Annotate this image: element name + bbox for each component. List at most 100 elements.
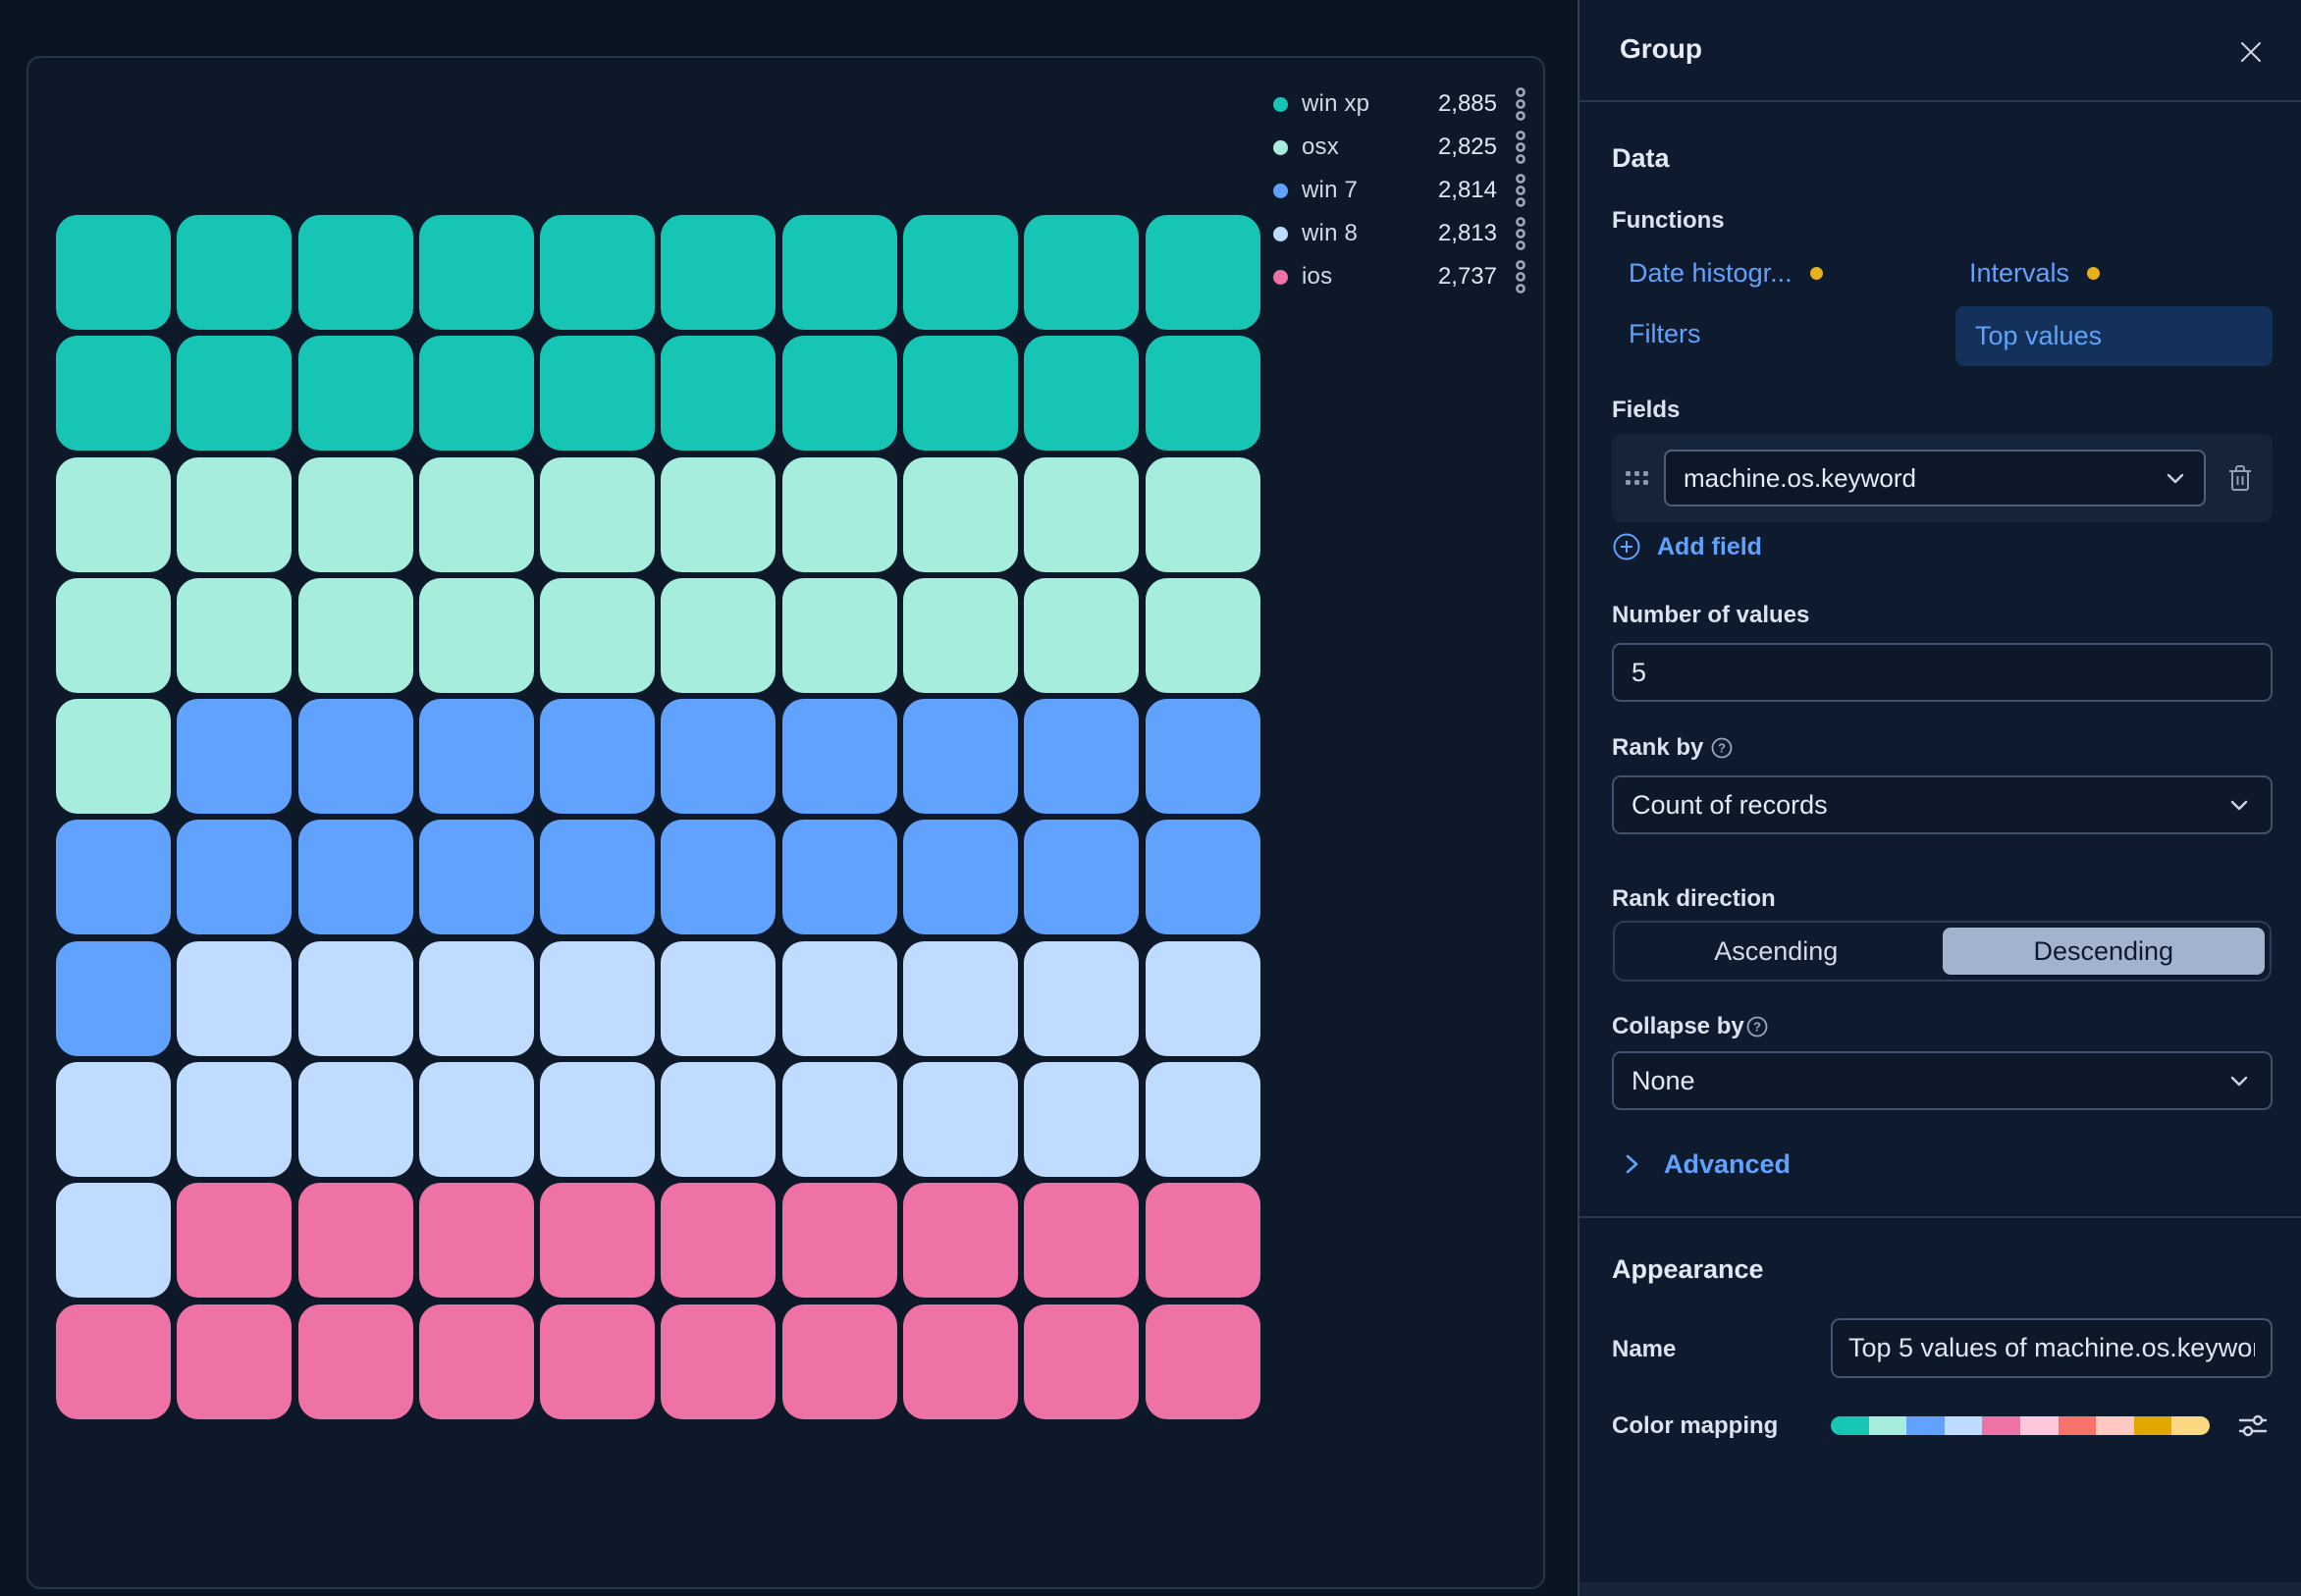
function-intervals[interactable]: Intervals	[1969, 258, 2100, 289]
waffle-tile[interactable]	[56, 820, 171, 934]
waffle-tile[interactable]	[1024, 578, 1139, 693]
waffle-tile[interactable]	[540, 941, 655, 1056]
legend-more-icon[interactable]	[1513, 84, 1528, 124]
waffle-tile[interactable]	[419, 941, 534, 1056]
waffle-tile[interactable]	[419, 215, 534, 330]
waffle-tile[interactable]	[298, 1062, 413, 1177]
waffle-tile[interactable]	[903, 578, 1018, 693]
waffle-tile[interactable]	[1024, 820, 1139, 934]
waffle-tile[interactable]	[419, 1304, 534, 1419]
waffle-tile[interactable]	[298, 457, 413, 572]
waffle-tile[interactable]	[1146, 820, 1260, 934]
legend-more-icon[interactable]	[1513, 128, 1528, 167]
waffle-tile[interactable]	[903, 699, 1018, 814]
waffle-tile[interactable]	[177, 699, 292, 814]
waffle-tile[interactable]	[56, 1183, 171, 1298]
waffle-tile[interactable]	[661, 699, 776, 814]
waffle-tile[interactable]	[177, 820, 292, 934]
waffle-tile[interactable]	[540, 336, 655, 451]
waffle-tile[interactable]	[419, 578, 534, 693]
function-filters[interactable]: Filters	[1629, 319, 1701, 349]
waffle-tile[interactable]	[56, 578, 171, 693]
waffle-tile[interactable]	[419, 1062, 534, 1177]
waffle-tile[interactable]	[782, 336, 897, 451]
waffle-tile[interactable]	[903, 457, 1018, 572]
waffle-tile[interactable]	[56, 336, 171, 451]
waffle-tile[interactable]	[1146, 1062, 1260, 1177]
waffle-tile[interactable]	[540, 1304, 655, 1419]
advanced-accordion[interactable]: Advanced	[1621, 1146, 1791, 1182]
waffle-tile[interactable]	[782, 1304, 897, 1419]
waffle-tile[interactable]	[1146, 1183, 1260, 1298]
waffle-tile[interactable]	[661, 1304, 776, 1419]
trash-icon[interactable]	[2225, 462, 2255, 494]
waffle-tile[interactable]	[298, 336, 413, 451]
help-icon[interactable]: ?	[1746, 1016, 1768, 1037]
waffle-tile[interactable]	[177, 336, 292, 451]
waffle-tile[interactable]	[419, 457, 534, 572]
waffle-tile[interactable]	[298, 1304, 413, 1419]
waffle-tile[interactable]	[177, 215, 292, 330]
waffle-tile[interactable]	[782, 578, 897, 693]
waffle-tile[interactable]	[1024, 941, 1139, 1056]
waffle-tile[interactable]	[1024, 699, 1139, 814]
color-mapping-settings-icon[interactable]	[2235, 1408, 2271, 1443]
waffle-tile[interactable]	[661, 457, 776, 572]
rank-by-select[interactable]: Count of records	[1612, 775, 2273, 834]
waffle-tile[interactable]	[782, 699, 897, 814]
waffle-tile[interactable]	[1146, 215, 1260, 330]
waffle-tile[interactable]	[298, 578, 413, 693]
waffle-tile[interactable]	[903, 941, 1018, 1056]
waffle-tile[interactable]	[540, 699, 655, 814]
waffle-tile[interactable]	[1024, 1183, 1139, 1298]
waffle-tile[interactable]	[1146, 699, 1260, 814]
waffle-tile[interactable]	[419, 336, 534, 451]
legend-item[interactable]: ios 2,737	[1273, 255, 1528, 298]
waffle-tile[interactable]	[661, 941, 776, 1056]
waffle-tile[interactable]	[177, 1304, 292, 1419]
waffle-tile[interactable]	[903, 215, 1018, 330]
collapse-by-select[interactable]: None	[1612, 1051, 2273, 1110]
function-top-values-selected[interactable]: Top values	[1955, 306, 2273, 366]
add-field-button[interactable]: Add field	[1612, 530, 1762, 563]
waffle-tile[interactable]	[1024, 1304, 1139, 1419]
waffle-tile[interactable]	[903, 1062, 1018, 1177]
waffle-tile[interactable]	[661, 578, 776, 693]
waffle-tile[interactable]	[177, 1062, 292, 1177]
waffle-tile[interactable]	[56, 1062, 171, 1177]
legend-more-icon[interactable]	[1513, 171, 1528, 210]
waffle-tile[interactable]	[177, 578, 292, 693]
waffle-tile[interactable]	[177, 457, 292, 572]
waffle-tile[interactable]	[540, 457, 655, 572]
waffle-tile[interactable]	[419, 699, 534, 814]
waffle-tile[interactable]	[540, 820, 655, 934]
waffle-tile[interactable]	[177, 941, 292, 1056]
waffle-tile[interactable]	[661, 215, 776, 330]
waffle-tile[interactable]	[782, 1062, 897, 1177]
waffle-tile[interactable]	[56, 215, 171, 330]
field-combobox[interactable]: machine.os.keyword	[1664, 450, 2206, 506]
waffle-tile[interactable]	[782, 820, 897, 934]
waffle-tile[interactable]	[661, 1062, 776, 1177]
waffle-tile[interactable]	[903, 1183, 1018, 1298]
legend-more-icon[interactable]	[1513, 214, 1528, 253]
waffle-tile[interactable]	[1024, 457, 1139, 572]
waffle-tile[interactable]	[540, 578, 655, 693]
name-input[interactable]	[1831, 1318, 2273, 1378]
waffle-tile[interactable]	[419, 820, 534, 934]
waffle-tile[interactable]	[903, 1304, 1018, 1419]
legend-item[interactable]: win 8 2,813	[1273, 212, 1528, 255]
descending-button[interactable]: Descending	[1943, 928, 2266, 975]
ascending-button[interactable]: Ascending	[1615, 923, 1938, 980]
waffle-tile[interactable]	[298, 941, 413, 1056]
waffle-tile[interactable]	[782, 941, 897, 1056]
waffle-tile[interactable]	[298, 215, 413, 330]
waffle-tile[interactable]	[903, 336, 1018, 451]
waffle-tile[interactable]	[56, 941, 171, 1056]
waffle-tile[interactable]	[56, 699, 171, 814]
waffle-tile[interactable]	[903, 820, 1018, 934]
legend-more-icon[interactable]	[1513, 257, 1528, 296]
waffle-tile[interactable]	[661, 336, 776, 451]
waffle-tile[interactable]	[1146, 578, 1260, 693]
legend-item[interactable]: win xp 2,885	[1273, 82, 1528, 126]
